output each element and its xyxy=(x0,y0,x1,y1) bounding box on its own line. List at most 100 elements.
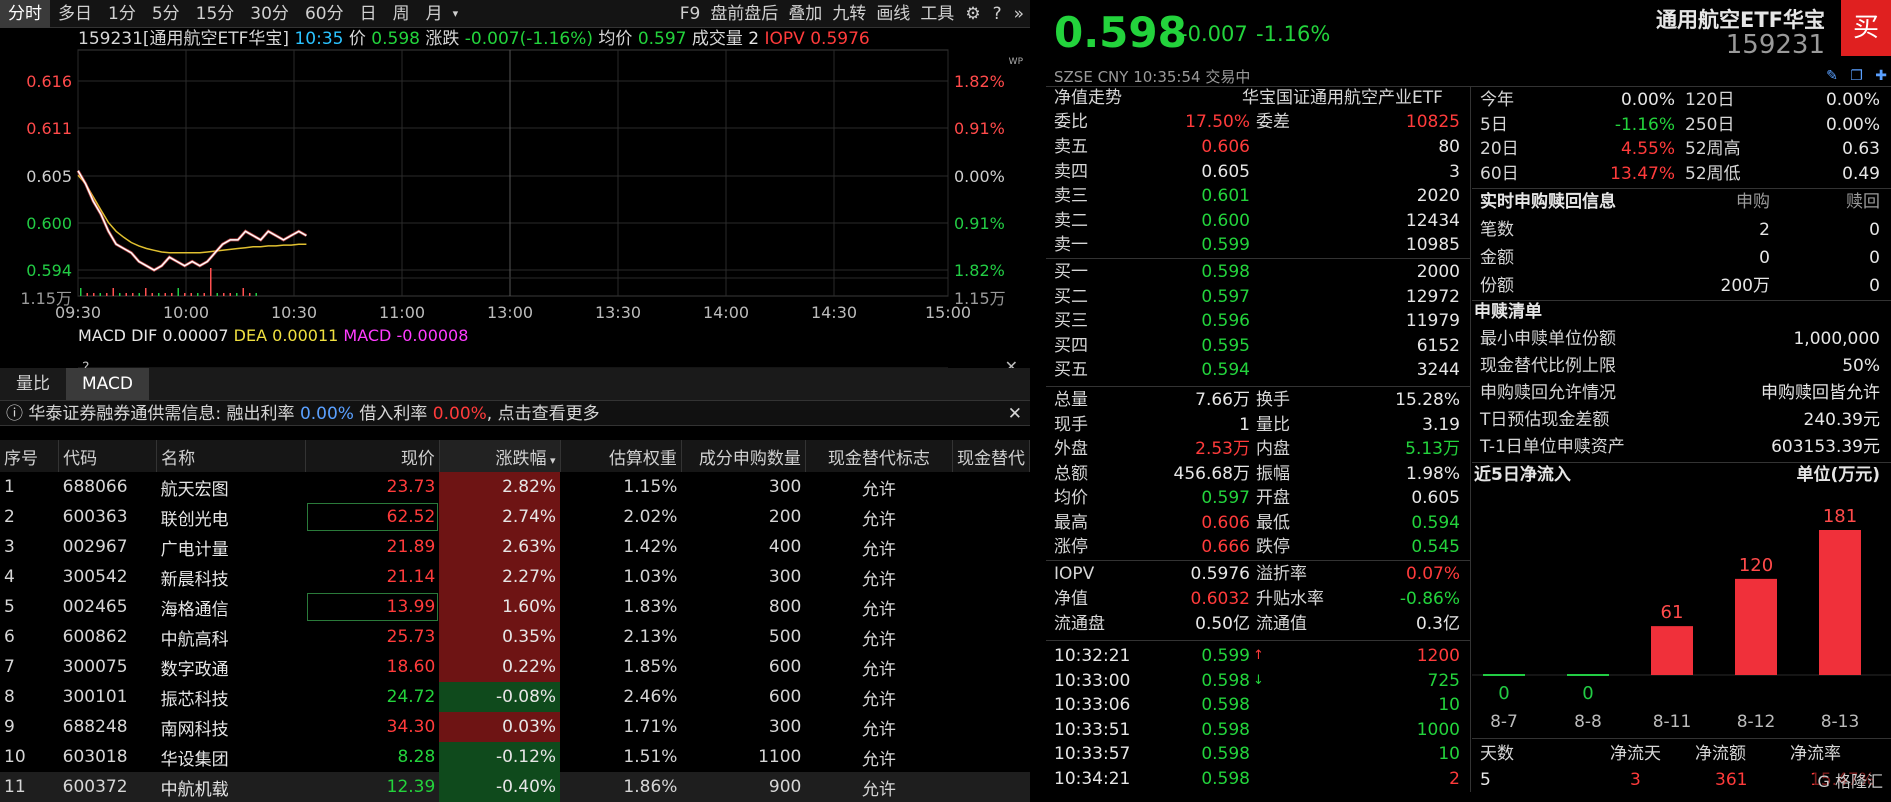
info-more-link[interactable]: 点击查看更多 xyxy=(498,404,600,424)
table-row[interactable]: 10 603018 华设集团 8.28 -0.12% 1.51% 1100 允许 xyxy=(0,742,1030,772)
y-right-label: 1.82% xyxy=(954,72,1005,91)
list-value: 50% xyxy=(1842,356,1880,376)
table-row[interactable]: 3 002967 广电计量 21.89 2.63% 1.42% 400 允许 xyxy=(0,532,1030,562)
tick-volume: 1000 xyxy=(1416,719,1460,740)
redeem-label: 金额 xyxy=(1480,248,1514,268)
dropdown-icon[interactable]: ▾ xyxy=(451,0,465,28)
table-cell-empty xyxy=(952,592,1029,622)
period-tab-8[interactable]: 周 xyxy=(385,0,418,28)
bid-price: 0.598 xyxy=(1201,262,1250,282)
dea-value: 0.00011 xyxy=(272,326,339,345)
ask-volume: 80 xyxy=(1438,137,1460,157)
bid-price: 0.595 xyxy=(1201,335,1250,356)
collapse-icon[interactable]: » xyxy=(1008,0,1030,28)
x-tick-label: 14:00 xyxy=(703,303,749,322)
table-row[interactable]: 8 300101 振芯科技 24.72 -0.08% 2.46% 600 允许 xyxy=(0,682,1030,712)
col-header-7[interactable]: 现金替代标志 xyxy=(805,440,953,472)
gear-icon[interactable]: ⚙ xyxy=(959,0,986,28)
col-header-4[interactable]: 涨跌幅 ▾ xyxy=(439,440,561,472)
table-cell: 8.28 xyxy=(397,747,436,767)
table-cell: 广电计量 xyxy=(160,539,229,560)
list-label: 现金替代比例上限 xyxy=(1480,356,1616,376)
sort-desc-icon[interactable]: ▾ xyxy=(547,454,556,467)
col-header-0[interactable]: 序号 xyxy=(0,440,60,472)
volume-bar xyxy=(93,293,95,296)
period-tab-7[interactable]: 日 xyxy=(352,0,385,28)
margin-info-bar[interactable]: ⓘ 华泰证券融券通供需信息: 融出利率 0.00% 借入利率 0.00%, 点击… xyxy=(0,400,1030,426)
table-cell-empty xyxy=(952,502,1029,532)
table-cell: 300 xyxy=(768,477,802,497)
ask-price: 0.601 xyxy=(1201,186,1250,206)
period-tab-3[interactable]: 5分 xyxy=(144,0,188,28)
stat-value: 456.68万 xyxy=(1173,463,1250,484)
col-header-1[interactable]: 代码 xyxy=(58,440,158,472)
table-row[interactable]: 4 300542 新晨科技 21.14 2.27% 1.03% 300 允许 xyxy=(0,562,1030,592)
period-tab-1[interactable]: 多日 xyxy=(50,0,100,28)
tool-button-0[interactable]: F9 xyxy=(675,0,706,28)
period-tab-5[interactable]: 30分 xyxy=(242,0,297,28)
flow-value-label: 61 xyxy=(1661,602,1684,623)
tab-volume-ratio[interactable]: 量比 xyxy=(0,368,66,400)
tool-button-5[interactable]: 工具 xyxy=(915,0,959,28)
volume-bar xyxy=(86,293,88,296)
table-cell: 7 xyxy=(4,657,15,677)
weibi-label: 委比 xyxy=(1054,112,1088,132)
stat-value: 0.5976 xyxy=(1190,564,1250,584)
flow-category-label: 8-11 xyxy=(1653,712,1692,732)
table-cell: 允许 xyxy=(861,749,896,770)
table-row[interactable]: 5 002465 海格通信 13.99 1.60% 1.83% 800 允许 xyxy=(0,592,1030,622)
panel-icons[interactable]: ✎ ❐ ✚ xyxy=(1826,68,1891,84)
help-icon[interactable]: ? xyxy=(987,0,1008,28)
close-icon[interactable]: ✕ xyxy=(1008,401,1022,427)
orderbook-divider xyxy=(1046,258,1470,259)
table-cell: 21.14 xyxy=(386,567,436,587)
table-cell-empty xyxy=(952,472,1029,502)
table-cell: 11 xyxy=(4,777,26,797)
last-price: 0.598 xyxy=(1054,8,1187,57)
period-tab-0[interactable]: 分时 xyxy=(0,0,50,28)
table-row[interactable]: 6 600862 中航高科 25.73 0.35% 2.13% 500 允许 xyxy=(0,622,1030,652)
table-cell: 62.52 xyxy=(306,502,440,532)
col-header-8[interactable]: 现金替代 xyxy=(952,440,1031,472)
table-row[interactable]: 7 300075 数字政通 18.60 0.22% 1.85% 600 允许 xyxy=(0,652,1030,682)
table-row[interactable]: 9 688248 南网科技 34.30 0.03% 1.71% 300 允许 xyxy=(0,712,1030,742)
stat-value: 0.545 xyxy=(1411,537,1460,557)
stat-value: 1 xyxy=(1239,414,1250,435)
volume-bar xyxy=(190,293,192,296)
col-header-5[interactable]: 估算权重 xyxy=(560,440,682,472)
tab-macd[interactable]: MACD xyxy=(66,368,149,400)
tick-price: 0.599 xyxy=(1201,646,1250,666)
flow-col-value: 5 xyxy=(1480,770,1491,790)
flow-col-label: 净流天 xyxy=(1610,744,1661,764)
table-cell: 振芯科技 xyxy=(160,689,229,710)
watermark-text: 格隆汇 xyxy=(1834,772,1883,791)
perf-label: 60日 xyxy=(1480,163,1519,184)
volume-bar xyxy=(99,293,101,296)
tool-button-2[interactable]: 叠加 xyxy=(783,0,827,28)
period-tab-9[interactable]: 月 xyxy=(418,0,451,28)
buy-button[interactable]: 买 xyxy=(1841,0,1891,56)
table-row[interactable]: 2 600363 联创光电 62.52 2.74% 2.02% 200 允许 xyxy=(0,502,1030,532)
period-tab-6[interactable]: 60分 xyxy=(297,0,352,28)
table-row[interactable]: 1 688066 航天宏图 23.73 2.82% 1.15% 300 允许 xyxy=(0,472,1030,502)
table-row[interactable]: 11 600372 中航机载 12.39 -0.40% 1.86% 900 允许 xyxy=(0,772,1030,802)
stat-value: -0.86% xyxy=(1399,589,1460,609)
table-cell: 400 xyxy=(768,537,802,557)
table-cell: 1.86% xyxy=(623,777,678,797)
table-cell: 2.82% xyxy=(439,472,561,502)
col-header-3[interactable]: 现价 xyxy=(305,440,440,472)
nav-trend-label[interactable]: 净值走势 xyxy=(1054,86,1122,110)
col-header-6[interactable]: 成分申购数量 xyxy=(681,440,806,472)
tool-button-3[interactable]: 九转 xyxy=(827,0,871,28)
flow-value-label: 181 xyxy=(1823,506,1857,527)
tick-time: 10:33:51 xyxy=(1054,719,1131,740)
tick-volume: 10 xyxy=(1438,744,1460,764)
table-cell: 允许 xyxy=(861,689,896,710)
period-tab-4[interactable]: 15分 xyxy=(188,0,243,28)
volume-bar xyxy=(184,293,186,296)
tool-button-1[interactable]: 盘前盘后 xyxy=(705,0,783,28)
period-tab-2[interactable]: 1分 xyxy=(100,0,144,28)
tool-button-4[interactable]: 画线 xyxy=(871,0,915,28)
col-header-2[interactable]: 名称 xyxy=(156,440,307,472)
ask-volume: 2020 xyxy=(1416,186,1460,206)
